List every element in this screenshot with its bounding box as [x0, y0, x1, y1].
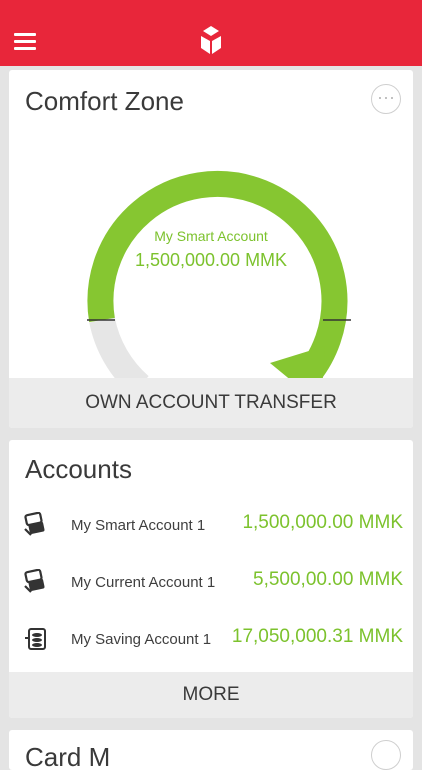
account-name: My Current Account 1: [71, 574, 216, 591]
savings-icon: [25, 628, 46, 650]
account-amount: 5,500,00.00 MMK: [253, 569, 403, 591]
account-name: My Smart Account 1: [71, 517, 206, 534]
next-card: Card M: [9, 730, 413, 770]
card-title: Comfort Zone: [25, 86, 184, 116]
card-title: Accounts: [25, 454, 132, 484]
app-header: [0, 0, 422, 66]
account-row[interactable]: My Current Account 1 5,500,00.00 MMK: [9, 563, 413, 603]
card-title: Card M: [25, 742, 111, 770]
account-amount-value: 1,500,000.00: [242, 512, 354, 533]
account-amount: 1,500,000.00 MMK: [242, 512, 403, 534]
gauge-amount-currency: MMK: [245, 250, 288, 270]
account-amount-value: 17,050,000.31: [231, 626, 354, 647]
gauge-remaining-arc: [89, 317, 149, 396]
bank-logo-icon: [201, 26, 221, 54]
account-amount-currency: MMK: [358, 626, 403, 647]
gauge-amount-value: 1,500,000.00: [134, 250, 241, 270]
account-row[interactable]: My Smart Account 1 1,500,000.00 MMK: [9, 506, 413, 546]
accounts-card: Accounts My Smart Account 1 1,500,000.00…: [9, 440, 413, 718]
account-name: My Saving Account 1: [71, 631, 212, 648]
gauge-amount: 1,500,000.00 MMK: [9, 250, 413, 271]
hamburger-icon[interactable]: [14, 33, 38, 51]
more-options-button[interactable]: [371, 740, 401, 770]
account-row[interactable]: My Saving Account 1 17,050,000.31 MMK: [9, 620, 413, 660]
gauge-account-name: My Smart Account: [154, 228, 268, 244]
money-transfer-icon: [24, 569, 45, 593]
account-amount-currency: MMK: [358, 569, 403, 590]
own-account-transfer-button[interactable]: OWN ACCOUNT TRANSFER: [9, 378, 413, 428]
more-accounts-button[interactable]: MORE: [9, 672, 413, 718]
account-amount-value: 5,500,00.00: [253, 569, 354, 590]
comfort-zone-card: Comfort Zone ··· My Smart Account 1,500,…: [9, 70, 413, 428]
more-options-button[interactable]: ···: [371, 84, 401, 114]
account-amount: 17,050,000.31 MMK: [232, 626, 403, 648]
account-amount-currency: MMK: [358, 512, 403, 533]
money-transfer-icon: [24, 512, 45, 536]
